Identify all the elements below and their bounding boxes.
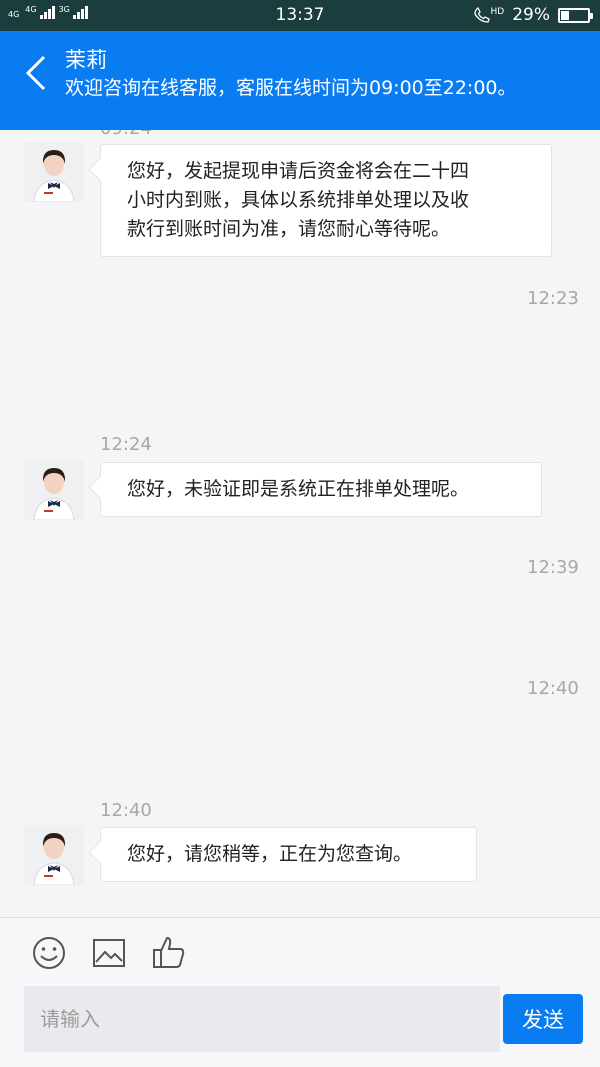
message-timestamp: 12:39	[527, 557, 579, 578]
phone-icon	[473, 7, 490, 23]
hd-call-icon: HD	[473, 7, 504, 23]
message-text-line: 款行到账时间为准，请您耐心等待呢。	[127, 218, 451, 240]
battery-icon	[558, 7, 593, 23]
message-text-line: 您好，未验证即是系统正在排单处理呢。	[127, 478, 470, 500]
message-timestamp: 12:40	[527, 678, 579, 699]
smiley-icon[interactable]	[30, 934, 68, 972]
message-text-line: 小时内到账，具体以系统排单处理以及收	[127, 189, 470, 211]
avatar[interactable]	[24, 142, 84, 202]
message-input[interactable]	[24, 986, 500, 1052]
agent-name: 茉莉	[65, 48, 107, 72]
input-toolbar: 发送	[0, 917, 600, 1067]
toolbar-icons	[30, 934, 188, 972]
status-right: HD 29%	[473, 5, 593, 25]
agent-avatar-image	[24, 460, 84, 520]
message-text-line: 您好，请您稍等，正在为您查询。	[127, 843, 413, 865]
agent-avatar-image	[24, 825, 84, 885]
message-bubble[interactable]: 您好，未验证即是系统正在排单处理呢。	[100, 462, 542, 517]
message-bubble[interactable]: 您好，发起提现申请后资金将会在二十四 小时内到账，具体以系统排单处理以及收 款行到账…	[100, 144, 552, 257]
message-timestamp: 09:24	[100, 130, 152, 139]
avatar[interactable]	[24, 825, 84, 885]
avatar[interactable]	[24, 460, 84, 520]
message-timestamp: 12:23	[527, 288, 579, 309]
send-button[interactable]: 发送	[503, 994, 583, 1044]
thumbs-up-icon[interactable]	[150, 934, 188, 972]
message-bubble[interactable]: 您好，请您稍等，正在为您查询。	[100, 827, 477, 882]
message-list[interactable]: 09:24 您好，发起提现申请后资金将会在二十四小时内到账，具体以系统排单处理以…	[0, 130, 600, 917]
service-hours-notice: 欢迎咨询在线客服，客服在线时间为09:00至22:00。	[65, 77, 517, 99]
battery-fill	[561, 10, 570, 20]
back-arrow-icon[interactable]	[22, 53, 52, 93]
message-timestamp: 12:40	[100, 800, 152, 821]
battery-percent: 29%	[512, 5, 550, 25]
status-bar: 4G 4G 3G 13:37 HD 29%	[0, 0, 600, 31]
agent-avatar-image	[24, 142, 84, 202]
message-timestamp: 12:24	[100, 434, 152, 455]
message-text-line: 您好，发起提现申请后资金将会在二十四	[127, 160, 470, 182]
chat-header: 茉莉 欢迎咨询在线客服，客服在线时间为09:00至22:00。	[0, 31, 600, 130]
image-icon[interactable]	[90, 934, 128, 972]
